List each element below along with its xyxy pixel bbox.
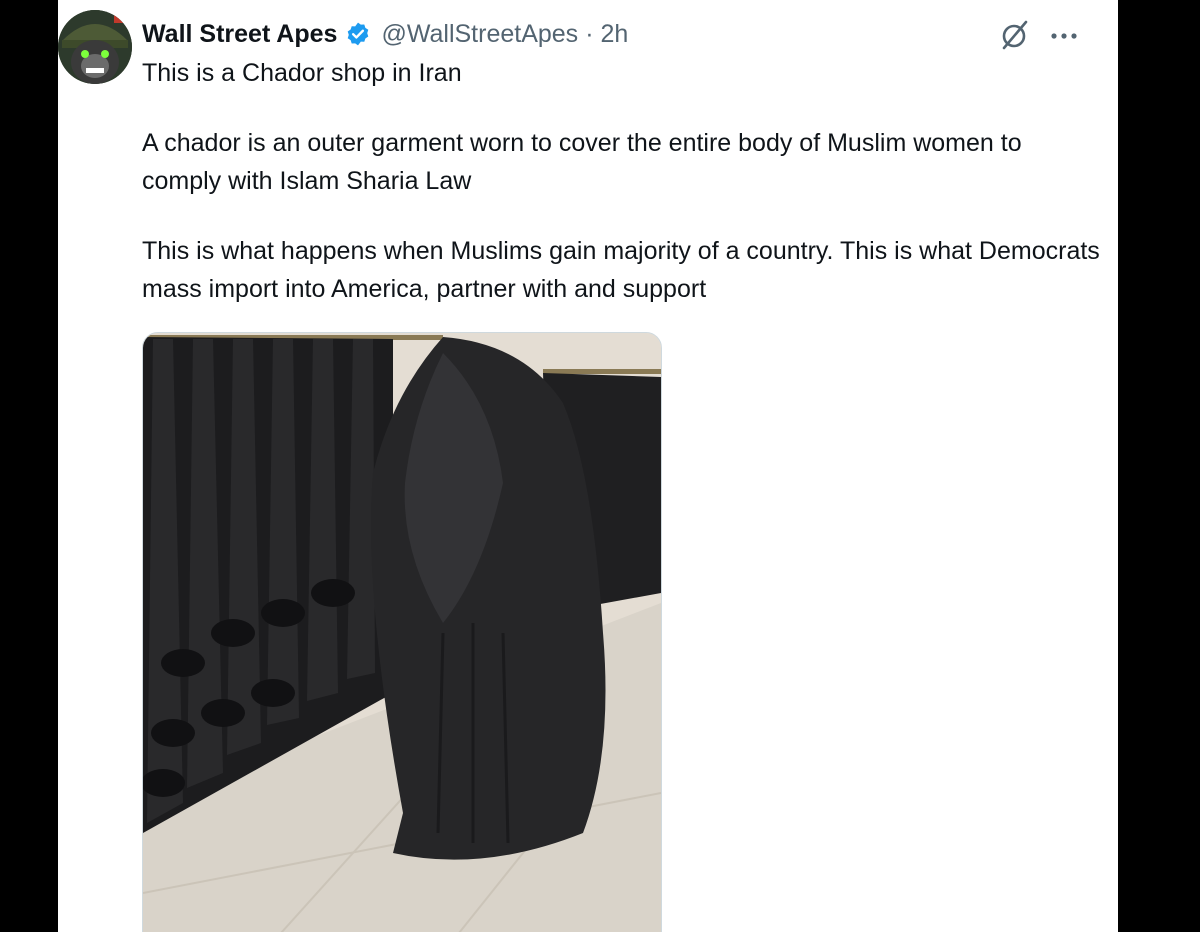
grok-icon[interactable] — [998, 18, 1032, 52]
tweet-card: Wall Street Apes @WallStreetApes · 2h Th… — [58, 0, 1118, 932]
verified-badge-icon — [345, 21, 371, 47]
tweet-text: This is a Chador shop in Iran A chador i… — [142, 54, 1102, 308]
separator-dot: · — [585, 19, 594, 48]
tweet-paragraph: This is a Chador shop in Iran — [142, 59, 462, 87]
tweet-header: Wall Street Apes @WallStreetApes · 2h — [142, 14, 628, 54]
tweet-media-image[interactable] — [142, 332, 662, 932]
author-name[interactable]: Wall Street Apes — [142, 20, 337, 49]
tweet-paragraph: This is what happens when Muslims gain m… — [142, 237, 1100, 303]
timestamp[interactable]: 2h — [601, 20, 629, 49]
avatar[interactable] — [58, 10, 132, 84]
author-handle[interactable]: @WallStreetApes — [381, 20, 578, 49]
tweet-paragraph: A chador is an outer garment worn to cov… — [142, 129, 1022, 195]
more-options-icon[interactable] — [1046, 22, 1082, 50]
